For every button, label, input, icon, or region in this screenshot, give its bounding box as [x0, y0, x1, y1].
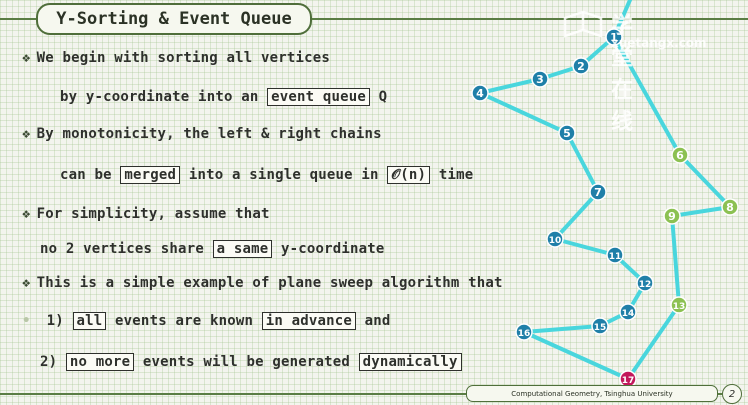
vertex-label: 4 [476, 87, 484, 100]
polygon-edge [670, 205, 732, 218]
footer-label: Computational Geometry, Tsinghua Univers… [466, 385, 718, 402]
polygon-edge [478, 77, 542, 95]
polygon-edge [478, 91, 569, 135]
vertex-13: 13 [670, 296, 688, 314]
vertex-label: 6 [676, 149, 684, 162]
watermark-chinese: 学堂在线 [611, 14, 636, 135]
vertex-2: 2 [572, 57, 590, 75]
polygon-edge [522, 330, 630, 381]
vertex-3: 3 [531, 70, 549, 88]
book-logo-icon [563, 10, 603, 38]
vertex-label: 9 [668, 210, 676, 223]
vertex-label: 15 [594, 323, 607, 333]
polygon-edge [553, 237, 617, 257]
vertex-label: 10 [549, 236, 562, 246]
vertex-label: 7 [594, 186, 602, 199]
page-number: 2 [722, 384, 742, 404]
vertex-15: 15 [591, 317, 609, 335]
vertex-label: 3 [536, 73, 544, 86]
vertex-9: 9 [663, 207, 681, 225]
polygon-edge [522, 324, 602, 334]
vertex-label: 8 [726, 201, 734, 214]
vertex-8: 8 [721, 198, 739, 216]
vertex-5: 5 [558, 124, 576, 142]
vertex-10: 10 [546, 230, 564, 248]
polygon-edge [565, 131, 600, 194]
vertex-11: 11 [606, 246, 624, 264]
vertex-14: 14 [619, 303, 637, 321]
polygon-edge [678, 153, 732, 209]
vertex-4: 4 [471, 84, 489, 102]
vertex-16: 16 [515, 323, 533, 341]
vertex-label: 16 [518, 329, 531, 339]
polygon-edge [553, 190, 600, 241]
polygon-diagram: 1234567891011121314151617 [471, 0, 739, 388]
vertex-label: 14 [622, 309, 635, 319]
vertex-12: 12 [636, 274, 654, 292]
vertex-label: 11 [609, 252, 622, 262]
vertex-6: 6 [671, 146, 689, 164]
polygon-edge [670, 214, 681, 307]
vertex-label: 5 [563, 127, 571, 140]
vertex-7: 7 [589, 183, 607, 201]
vertex-label: 12 [639, 280, 652, 290]
vertex-label: 13 [673, 302, 686, 312]
footer-rule-left [0, 393, 466, 395]
vertex-label: 2 [577, 60, 585, 73]
watermark-url: xuetangx.com [611, 36, 707, 50]
